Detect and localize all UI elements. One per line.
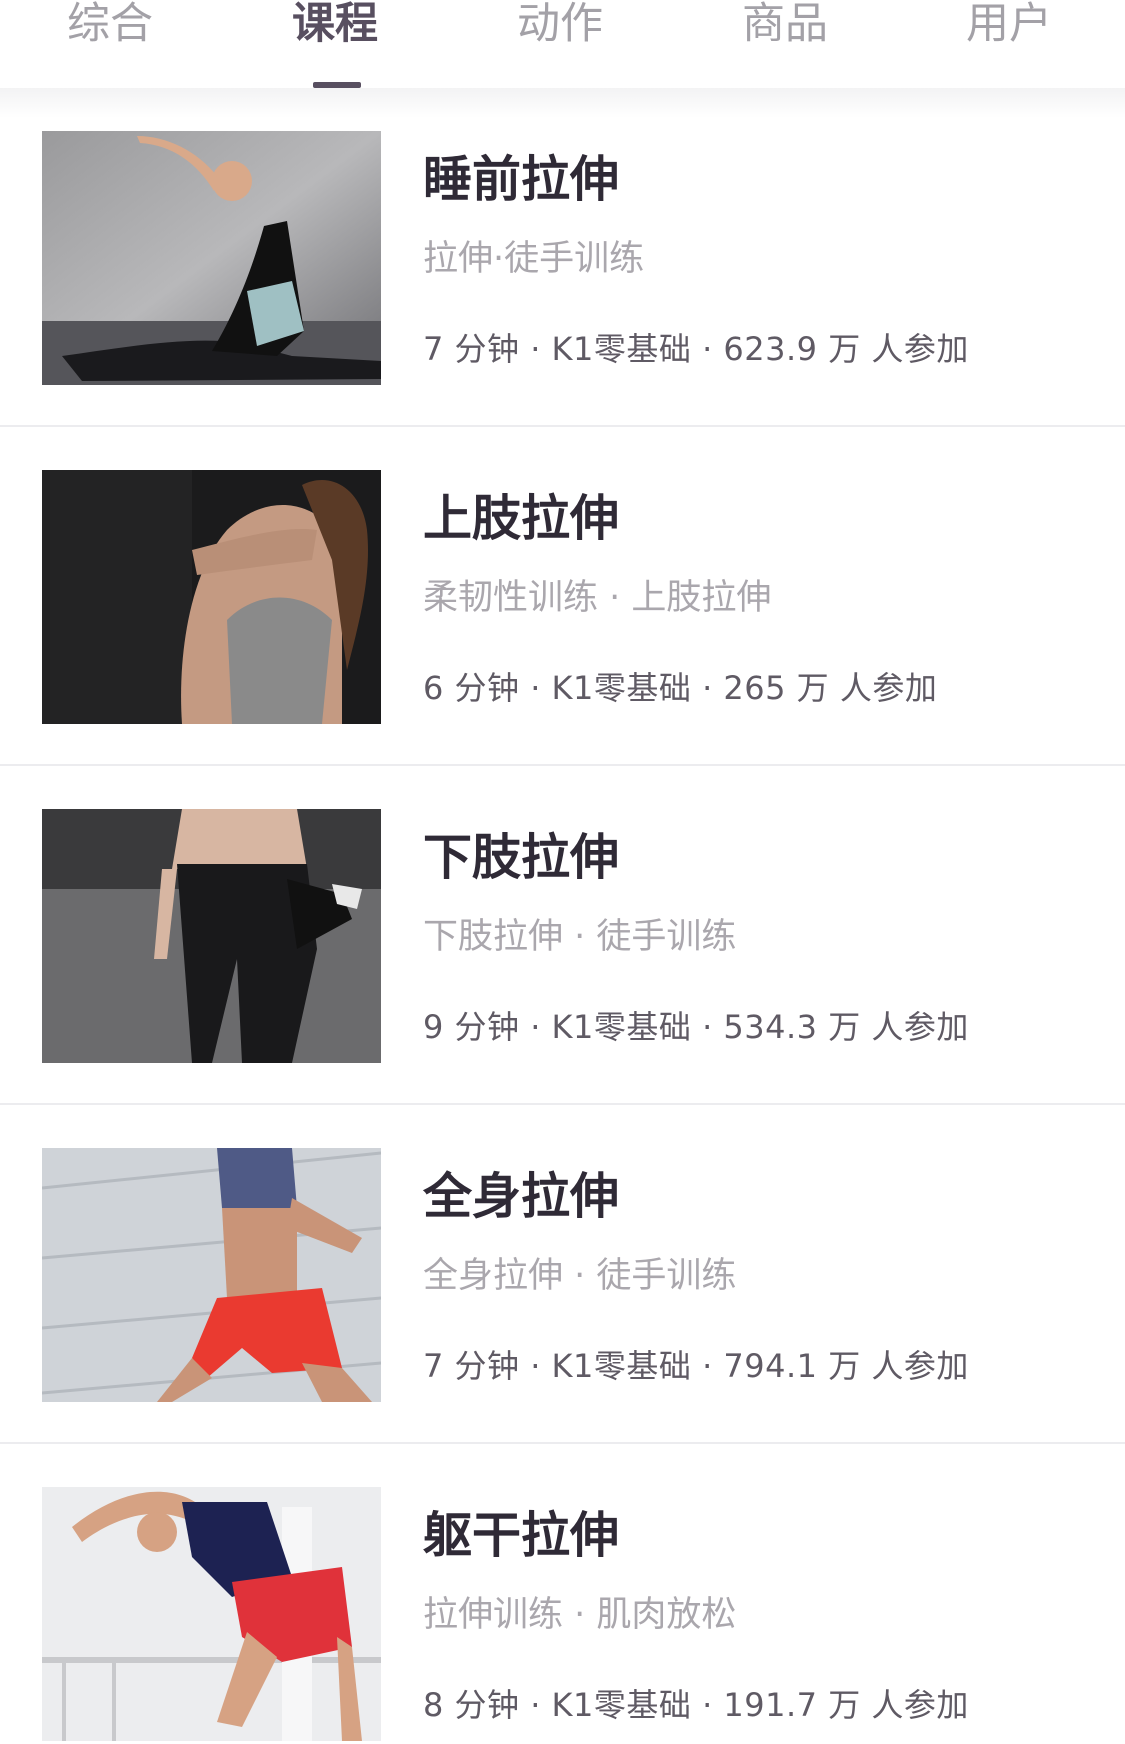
course-item[interactable]: 下肢拉伸 下肢拉伸 · 徒手训练 9 分钟 · K1零基础 · 534.3 万 … xyxy=(0,766,1125,1105)
category-tab-bar: 综合 课程 动作 商品 用户 xyxy=(0,0,1125,88)
course-thumbnail-image xyxy=(42,1487,381,1741)
course-title: 躯干拉伸 xyxy=(423,1507,620,1564)
course-item[interactable]: 睡前拉伸 拉伸·徒手训练 7 分钟 · K1零基础 · 623.9 万 人参加 xyxy=(0,88,1125,427)
course-thumbnail-image xyxy=(42,470,381,724)
course-title: 上肢拉伸 xyxy=(423,490,620,547)
course-tags: 柔韧性训练 · 上肢拉伸 xyxy=(423,578,772,618)
course-item[interactable]: 全身拉伸 全身拉伸 · 徒手训练 7 分钟 · K1零基础 · 794.1 万 … xyxy=(0,1105,1125,1444)
tab-users[interactable]: 用户 xyxy=(934,0,1084,56)
course-tags: 拉伸训练 · 肌肉放松 xyxy=(423,1595,737,1635)
course-meta: 9 分钟 · K1零基础 · 534.3 万 人参加 xyxy=(423,1008,969,1046)
tab-courses[interactable]: 课程 xyxy=(260,0,410,56)
course-thumbnail-image xyxy=(42,809,381,1063)
search-results-page: 综合 课程 动作 商品 用户 睡前拉伸 拉伸·徒手训练 7 分钟 · K1零基础… xyxy=(0,0,1125,1744)
course-thumbnail-image xyxy=(42,131,381,385)
course-meta: 8 分钟 · K1零基础 · 191.7 万 人参加 xyxy=(423,1686,969,1724)
tab-exercises[interactable]: 动作 xyxy=(485,0,635,56)
course-meta: 7 分钟 · K1零基础 · 623.9 万 人参加 xyxy=(423,330,969,368)
course-title: 下肢拉伸 xyxy=(423,829,620,886)
course-tags: 全身拉伸 · 徒手训练 xyxy=(423,1256,737,1296)
course-item[interactable]: 躯干拉伸 拉伸训练 · 肌肉放松 8 分钟 · K1零基础 · 191.7 万 … xyxy=(0,1444,1125,1744)
course-meta: 6 分钟 · K1零基础 · 265 万 人参加 xyxy=(423,669,938,707)
course-meta: 7 分钟 · K1零基础 · 794.1 万 人参加 xyxy=(423,1347,969,1385)
course-title: 全身拉伸 xyxy=(423,1168,620,1225)
course-title: 睡前拉伸 xyxy=(423,151,620,208)
course-tags: 拉伸·徒手训练 xyxy=(423,239,645,279)
tab-comprehensive[interactable]: 综合 xyxy=(35,0,185,56)
tab-products[interactable]: 商品 xyxy=(710,0,860,56)
course-item[interactable]: 上肢拉伸 柔韧性训练 · 上肢拉伸 6 分钟 · K1零基础 · 265 万 人… xyxy=(0,427,1125,766)
course-tags: 下肢拉伸 · 徒手训练 xyxy=(423,917,737,957)
course-thumbnail-image xyxy=(42,1148,381,1402)
